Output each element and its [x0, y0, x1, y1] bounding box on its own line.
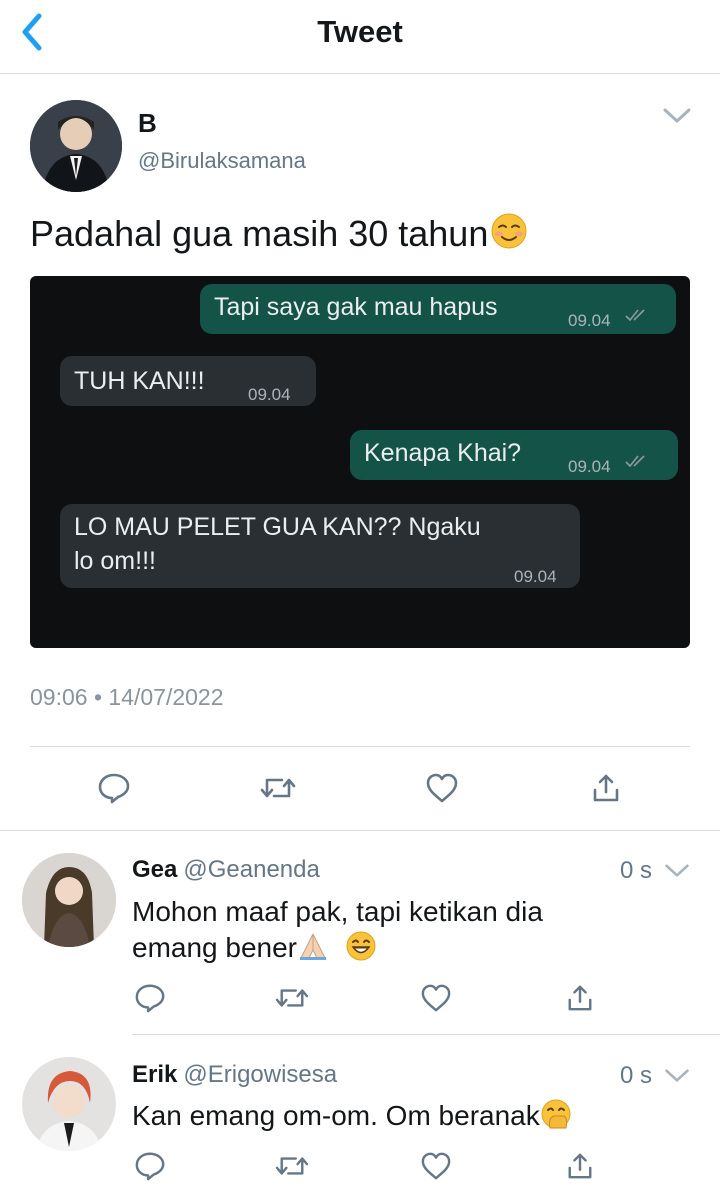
reply-display-name: Gea — [132, 856, 178, 883]
like-icon — [421, 1152, 451, 1180]
share-icon — [593, 774, 619, 802]
reply-time: 0 s — [620, 1062, 653, 1089]
author-display-name[interactable]: B — [138, 108, 157, 139]
reply-icon — [135, 984, 165, 1013]
grinning-face-emoji-icon — [346, 931, 376, 961]
chat-message-text: Tapi saya gak mau hapus — [214, 293, 498, 321]
reply-avatar[interactable] — [22, 1057, 116, 1151]
double-check-icon — [625, 309, 645, 322]
chat-bubble-outgoing: Tapi saya gak mau hapus 09.04 — [200, 284, 676, 334]
reply-text: Kan emang om-om. Om beranak — [132, 1098, 572, 1134]
tweet-text: Padahal gua masih 30 tahun — [30, 212, 528, 255]
page-title: Tweet — [317, 14, 403, 49]
tweet-text-content: Padahal gua masih 30 tahun — [30, 213, 489, 254]
divider — [30, 746, 690, 747]
tweet-timestamp: 09:06 • 14/07/2022 — [30, 684, 224, 710]
author-handle[interactable]: @Birulaksamana — [138, 148, 306, 174]
chat-message-text-line: lo om!!! — [74, 547, 156, 575]
retweet-icon — [275, 1157, 309, 1175]
reply-handle: @Geanenda — [183, 856, 320, 883]
reply-display-name: Erik — [132, 1061, 178, 1088]
chat-bubble-incoming: LO MAU PELET GUA KAN?? Ngaku lo om!!! 09… — [60, 504, 580, 588]
chevron-down-icon[interactable] — [664, 862, 690, 880]
like-button[interactable] — [414, 1144, 458, 1188]
reply-text-line: emang bener — [132, 932, 298, 963]
reply-button[interactable] — [128, 1144, 172, 1188]
author-avatar[interactable] — [30, 100, 122, 192]
like-button[interactable] — [420, 766, 464, 810]
retweet-icon — [260, 778, 296, 798]
chevron-down-icon[interactable] — [664, 1067, 690, 1085]
chat-message-time: 09.04 — [568, 457, 611, 476]
folded-hands-emoji-icon — [300, 933, 327, 960]
like-button[interactable] — [414, 976, 458, 1020]
divider — [132, 1034, 720, 1035]
chat-message-text: Kenapa Khai? — [364, 439, 522, 467]
chat-message-text-line: LO MAU PELET GUA KAN?? Ngaku — [74, 513, 481, 541]
share-icon — [568, 985, 592, 1011]
retweet-button[interactable] — [256, 766, 300, 810]
divider — [0, 830, 720, 831]
chat-bubble-outgoing: Kenapa Khai? 09.04 — [350, 430, 678, 480]
reply-handle: @Erigowisesa — [183, 1061, 338, 1088]
share-icon — [568, 1153, 592, 1179]
chat-screenshot-image[interactable]: Tapi saya gak mau hapus 09.04 TUH KAN!!!… — [30, 276, 690, 648]
reply-author[interactable]: Gea @Geanenda — [132, 856, 320, 884]
like-icon — [421, 984, 451, 1012]
reply-text-line: Kan emang om-om. Om beranak — [132, 1100, 540, 1131]
reply-text-line: Mohon maaf pak, tapi ketikan dia — [132, 896, 543, 927]
chat-bubble-incoming: TUH KAN!!! 09.04 — [60, 356, 316, 406]
chat-message-text: TUH KAN!!! — [74, 367, 205, 395]
chat-message-time: 09.04 — [568, 311, 611, 330]
hand-over-mouth-emoji-icon — [541, 1099, 571, 1129]
reply-button[interactable] — [92, 766, 136, 810]
chevron-down-icon[interactable] — [662, 106, 692, 126]
double-check-icon — [625, 455, 645, 468]
share-button[interactable] — [584, 766, 628, 810]
reply-icon — [135, 1152, 165, 1181]
reply-text: Mohon maaf pak, tapi ketikan dia emang b… — [132, 894, 543, 966]
top-bar: Tweet — [0, 0, 720, 74]
like-icon — [426, 773, 458, 803]
reply-author[interactable]: Erik @Erigowisesa — [132, 1061, 337, 1089]
reply-button[interactable] — [128, 976, 172, 1020]
reply-avatar[interactable] — [22, 853, 116, 947]
retweet-icon — [275, 989, 309, 1007]
retweet-button[interactable] — [270, 976, 314, 1020]
share-button[interactable] — [558, 1144, 602, 1188]
chat-message-time: 09.04 — [514, 567, 557, 586]
retweet-button[interactable] — [270, 1144, 314, 1188]
reply-icon — [98, 773, 130, 804]
chat-message-time: 09.04 — [248, 385, 291, 404]
smiling-face-emoji-icon — [491, 213, 527, 249]
reply-time: 0 s — [620, 857, 653, 884]
share-button[interactable] — [558, 976, 602, 1020]
